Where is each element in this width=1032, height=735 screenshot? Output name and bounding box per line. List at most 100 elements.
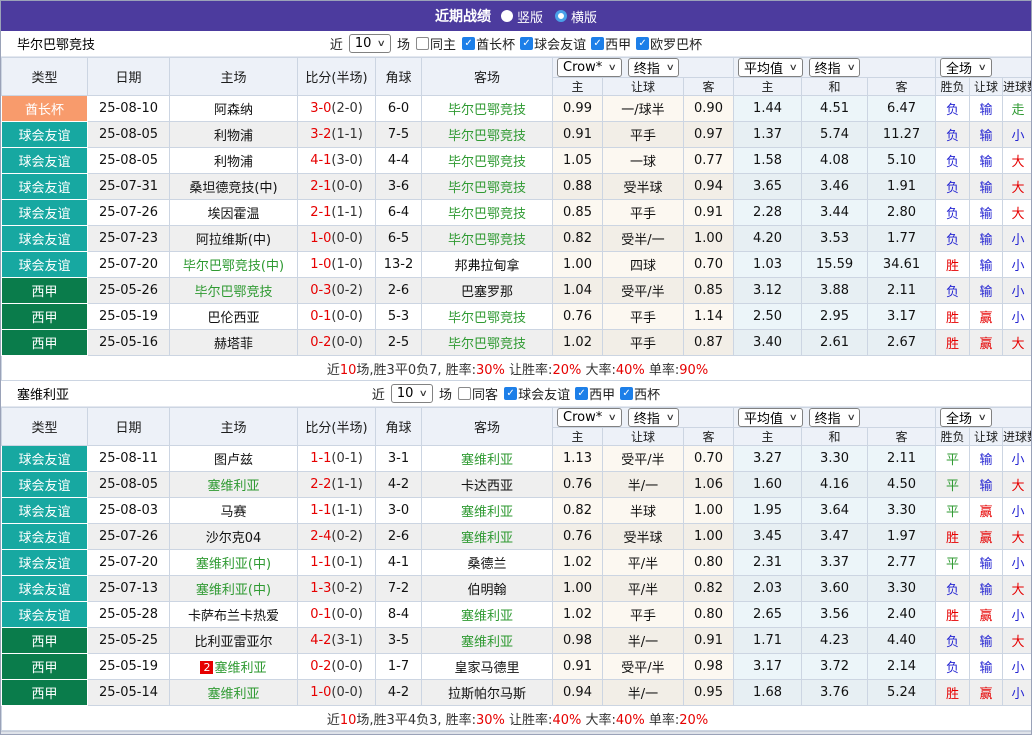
competition-checkbox[interactable]: ✓ bbox=[575, 387, 588, 400]
crow-away-odds: 1.06 bbox=[684, 472, 734, 498]
match-score: 1-0(0-0) bbox=[298, 680, 376, 706]
corner-score: 3-1 bbox=[376, 446, 422, 472]
result-winloss: 负 bbox=[936, 654, 970, 680]
crow-away-odds: 0.85 bbox=[684, 278, 734, 304]
halftime-score: (0-1) bbox=[331, 555, 362, 570]
competition-label: 球会友谊 bbox=[534, 34, 586, 53]
result-goals: 大 bbox=[1003, 628, 1032, 654]
crow-home-odds: 0.76 bbox=[553, 524, 603, 550]
fulltime-score: 0-2 bbox=[310, 659, 331, 674]
avg-away-odds: 4.40 bbox=[868, 628, 936, 654]
home-team: 塞维利亚(中) bbox=[170, 550, 298, 576]
away-team-name: 毕尔巴鄂竞技 bbox=[448, 155, 526, 170]
home-team: 阿拉维斯(中) bbox=[170, 226, 298, 252]
crow-handicap: 受平/半 bbox=[603, 278, 684, 304]
result-handicap: 输 bbox=[970, 200, 1003, 226]
fulltime-score: 3-0 bbox=[310, 101, 331, 116]
avg-odds-select[interactable]: 平均值∨ bbox=[738, 58, 803, 77]
avg-away-odds: 3.30 bbox=[868, 576, 936, 602]
away-team-name: 伯明翰 bbox=[467, 583, 506, 598]
home-team-name: 比利亚雷亚尔 bbox=[194, 635, 272, 650]
bookmaker-select[interactable]: Crow*∨ bbox=[557, 58, 622, 77]
avg-away-odds: 11.27 bbox=[868, 122, 936, 148]
match-row: 西甲25-05-25比利亚雷亚尔4-2(3-1)3-5塞维利亚0.98半/一0.… bbox=[2, 628, 1032, 654]
result-goals: 小 bbox=[1003, 252, 1032, 278]
radio-button-icon[interactable] bbox=[555, 10, 567, 22]
crow-away-odds: 0.82 bbox=[684, 576, 734, 602]
same-venue-checkbox[interactable] bbox=[458, 387, 471, 400]
summary-segment: 40% bbox=[552, 713, 581, 728]
radio-button-icon[interactable] bbox=[501, 10, 513, 22]
result-goals: 小 bbox=[1003, 550, 1032, 576]
competition-checkbox[interactable]: ✓ bbox=[520, 37, 533, 50]
match-score: 0-2(0-0) bbox=[298, 654, 376, 680]
col-header-score: 比分(半场) bbox=[298, 58, 376, 96]
competition-checkbox[interactable]: ✓ bbox=[620, 387, 633, 400]
crow-home-odds: 1.13 bbox=[553, 446, 603, 472]
home-team: 赫塔菲 bbox=[170, 330, 298, 356]
fulltime-score: 0-1 bbox=[310, 309, 331, 324]
avg-home-odds: 2.65 bbox=[734, 602, 802, 628]
match-score: 3-2(1-1) bbox=[298, 122, 376, 148]
home-team: 利物浦 bbox=[170, 122, 298, 148]
result-goals: 大 bbox=[1003, 472, 1032, 498]
away-team: 桑德兰 bbox=[422, 550, 553, 576]
games-count-select[interactable]: 10 ∨ bbox=[391, 384, 433, 403]
final-odds-select[interactable]: 终指∨ bbox=[628, 58, 680, 77]
match-score: 3-0(2-0) bbox=[298, 96, 376, 122]
competition-checkbox[interactable]: ✓ bbox=[504, 387, 517, 400]
fullmatch-select[interactable]: 全场∨ bbox=[940, 58, 992, 77]
result-handicap: 赢 bbox=[970, 304, 1003, 330]
match-type-badge: 西甲 bbox=[2, 304, 88, 330]
result-goals: 小 bbox=[1003, 304, 1032, 330]
avg-draw-odds: 15.59 bbox=[802, 252, 868, 278]
result-handicap: 输 bbox=[970, 96, 1003, 122]
avg-odds-select[interactable]: 平均值∨ bbox=[738, 408, 803, 427]
bookmaker-select[interactable]: Crow*∨ bbox=[557, 408, 622, 427]
match-date: 25-08-05 bbox=[88, 472, 170, 498]
fulltime-score: 1-0 bbox=[310, 257, 331, 272]
corner-score: 3-0 bbox=[376, 498, 422, 524]
home-team: 巴伦西亚 bbox=[170, 304, 298, 330]
competition-checkbox[interactable]: ✓ bbox=[462, 37, 475, 50]
competition-checkbox[interactable]: ✓ bbox=[591, 37, 604, 50]
corner-score: 7-5 bbox=[376, 122, 422, 148]
away-team-name: 塞维利亚 bbox=[461, 609, 513, 624]
avg-home-odds: 1.60 bbox=[734, 472, 802, 498]
avg-final-select[interactable]: 终指∨ bbox=[809, 408, 861, 427]
result-handicap: 输 bbox=[970, 576, 1003, 602]
home-team: 比利亚雷亚尔 bbox=[170, 628, 298, 654]
away-team-name: 塞维利亚 bbox=[461, 635, 513, 650]
home-team-name: 利物浦 bbox=[214, 155, 253, 170]
avg-odds-header: 平均值∨ 终指∨ bbox=[734, 58, 936, 78]
fullmatch-select[interactable]: 全场∨ bbox=[940, 408, 992, 427]
crow-odds-header: Crow*∨ 终指∨ bbox=[553, 408, 734, 428]
avg-home-odds: 2.50 bbox=[734, 304, 802, 330]
away-team: 毕尔巴鄂竞技 bbox=[422, 148, 553, 174]
result-handicap: 赢 bbox=[970, 680, 1003, 706]
col-header-date: 日期 bbox=[88, 408, 170, 446]
competition-checkbox[interactable]: ✓ bbox=[636, 37, 649, 50]
corner-score: 2-5 bbox=[376, 330, 422, 356]
avg-draw-odds: 3.46 bbox=[802, 174, 868, 200]
same-venue-checkbox[interactable] bbox=[416, 37, 429, 50]
result-goals: 小 bbox=[1003, 602, 1032, 628]
corner-score: 4-4 bbox=[376, 148, 422, 174]
crow-away-odds: 1.00 bbox=[684, 524, 734, 550]
summary-segment: 单率: bbox=[645, 363, 680, 378]
avg-away-odds: 2.67 bbox=[868, 330, 936, 356]
away-team: 毕尔巴鄂竞技 bbox=[422, 174, 553, 200]
avg-final-select[interactable]: 终指∨ bbox=[809, 58, 861, 77]
chevron-down-icon: ∨ bbox=[789, 63, 798, 73]
avg-final-select-value: 终指 bbox=[815, 58, 841, 77]
subcol-result: 胜负 bbox=[936, 78, 970, 96]
final-odds-select[interactable]: 终指∨ bbox=[628, 408, 680, 427]
games-label: 场 bbox=[397, 34, 410, 53]
avg-home-odds: 4.20 bbox=[734, 226, 802, 252]
avg-draw-odds: 4.23 bbox=[802, 628, 868, 654]
fulltime-score: 0-3 bbox=[310, 283, 331, 298]
result-handicap: 输 bbox=[970, 252, 1003, 278]
away-team: 毕尔巴鄂竞技 bbox=[422, 304, 553, 330]
subcol-away-odds: 客 bbox=[684, 428, 734, 446]
games-count-select[interactable]: 10 ∨ bbox=[349, 34, 391, 53]
